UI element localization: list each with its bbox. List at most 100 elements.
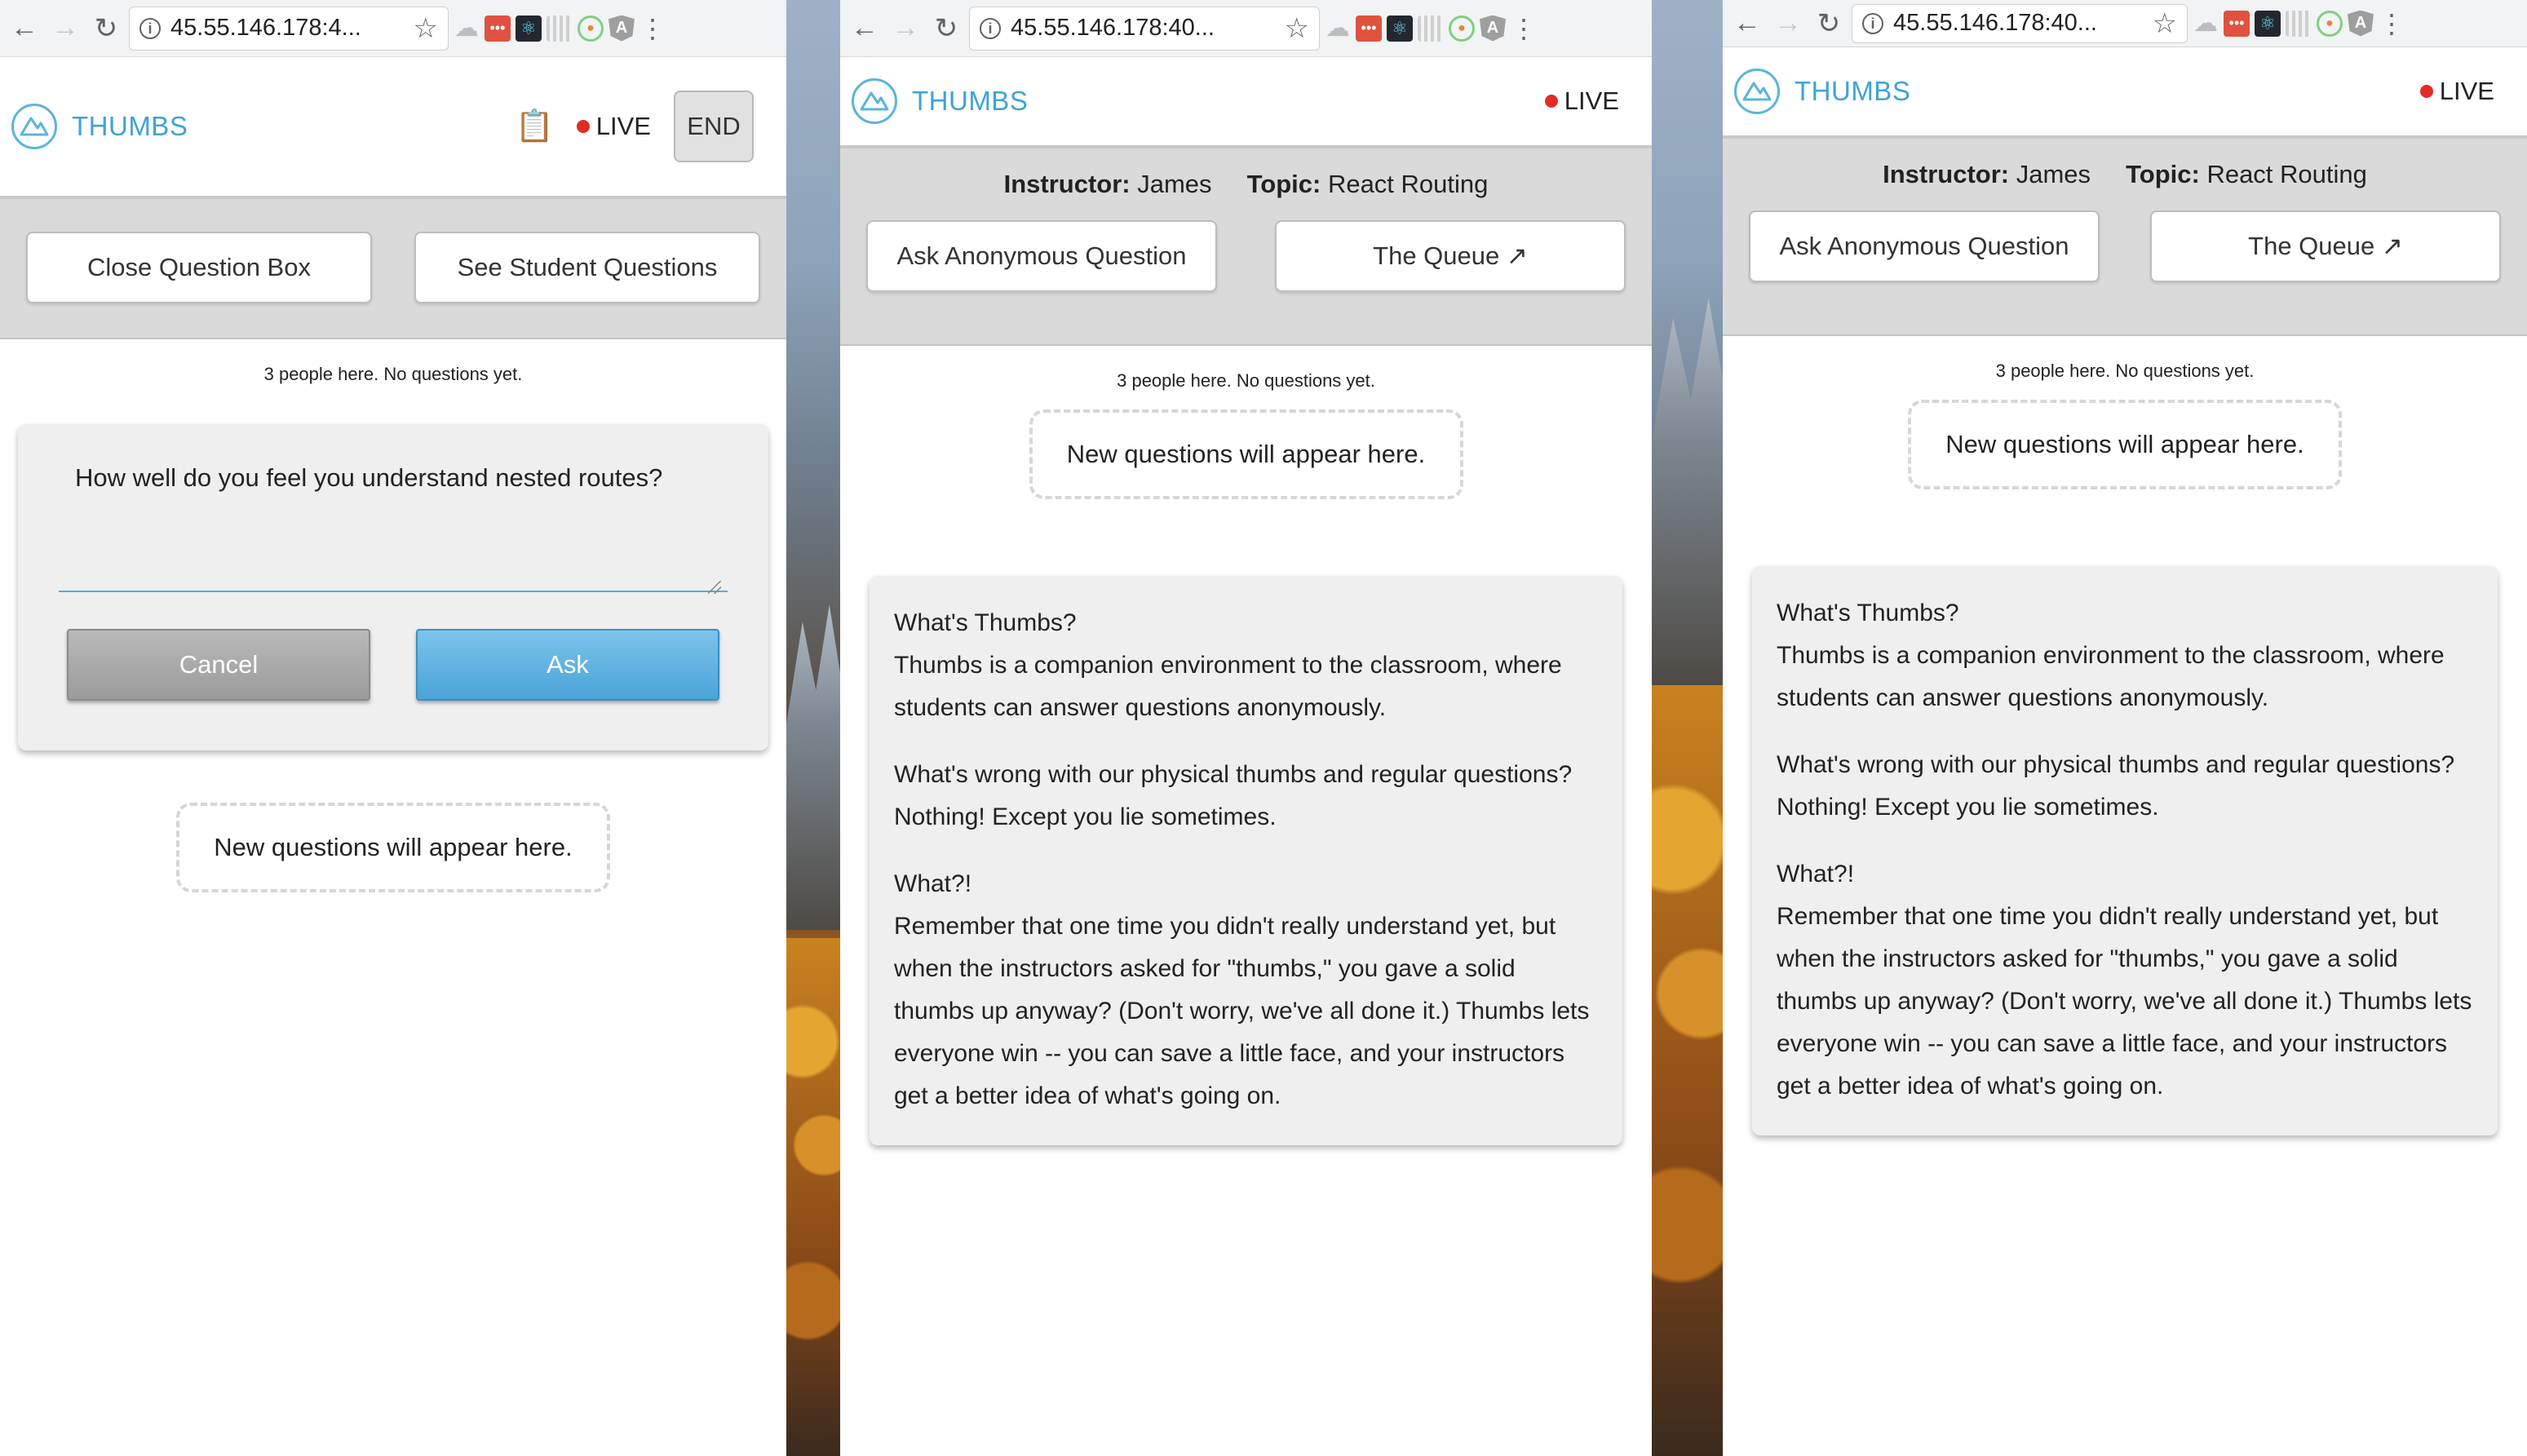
info-icon[interactable]: i bbox=[1862, 12, 1883, 34]
faq-question: What?! bbox=[894, 870, 972, 897]
faq-answer: Thumbs is a companion environment to the… bbox=[1777, 642, 2445, 711]
back-icon[interactable]: ← bbox=[1729, 6, 1765, 42]
back-icon[interactable]: ← bbox=[847, 11, 883, 46]
desktop-wallpaper bbox=[786, 0, 840, 1456]
faq-answer: Remember that one time you didn't really… bbox=[894, 913, 1590, 1109]
react-devtools-icon[interactable]: ⚛ bbox=[1387, 15, 1413, 42]
topic-label: Topic: bbox=[1246, 170, 1321, 198]
app-logo[interactable]: THUMBS bbox=[1734, 69, 1910, 114]
instructor-name: James bbox=[1137, 170, 1212, 198]
questions-placeholder: New questions will appear here. bbox=[176, 803, 610, 892]
address-bar[interactable]: i 45.55.146.178:40... ☆ bbox=[1852, 3, 2188, 43]
bookmark-star-icon[interactable]: ☆ bbox=[414, 12, 438, 45]
app-name: THUMBS bbox=[912, 86, 1029, 116]
cloud-extension-icon[interactable]: ☁ bbox=[454, 15, 480, 42]
cancel-button[interactable]: Cancel bbox=[67, 629, 370, 701]
bookmark-star-icon[interactable]: ☆ bbox=[2153, 7, 2177, 40]
queue-button[interactable]: The Queue ↗ bbox=[2150, 210, 2501, 282]
ask-anonymous-question-button[interactable]: Ask Anonymous Question bbox=[1749, 210, 2100, 282]
questions-placeholder: New questions will appear here. bbox=[1908, 400, 2342, 489]
info-icon[interactable]: i bbox=[139, 17, 161, 39]
cloud-extension-icon[interactable]: ☁ bbox=[1325, 15, 1351, 42]
faq-question: What's Thumbs? bbox=[1777, 600, 1959, 626]
browser-menu-icon[interactable]: ⋮ bbox=[1511, 13, 1537, 44]
ask-anonymous-question-button[interactable]: Ask Anonymous Question bbox=[866, 220, 1217, 292]
app-header: THUMBS 📋 LIVE END bbox=[0, 57, 786, 196]
app-logo[interactable]: THUMBS bbox=[852, 78, 1028, 124]
browser-window-instructor: ← → ↻ i 45.55.146.178:4... ☆ ☁ ••• ⚛ ● A… bbox=[0, 0, 786, 1456]
attendance-status: 3 people here. No questions yet. bbox=[1995, 361, 2255, 381]
color-picker-extension-icon[interactable]: ● bbox=[1449, 15, 1475, 42]
instructor-label: Instructor: bbox=[1883, 160, 2010, 188]
password-extension-icon[interactable]: ••• bbox=[2224, 10, 2250, 37]
reload-icon[interactable]: ↻ bbox=[1811, 6, 1847, 42]
end-button[interactable]: END bbox=[674, 91, 754, 162]
faq-answer: Remember that one time you didn't really… bbox=[1777, 903, 2472, 1100]
instructor-label: Instructor: bbox=[1003, 170, 1131, 198]
password-extension-icon[interactable]: ••• bbox=[1356, 15, 1382, 42]
faq-answer: Thumbs is a companion environment to the… bbox=[894, 652, 1562, 721]
faq-card: What's Thumbs? Thumbs is a companion env… bbox=[870, 576, 1622, 1145]
topic-label: Topic: bbox=[2126, 160, 2200, 188]
extension-bars-icon[interactable] bbox=[547, 15, 573, 42]
topic-name: React Routing bbox=[2206, 160, 2367, 188]
question-box: How well do you feel you understand nest… bbox=[18, 424, 768, 750]
reload-icon[interactable]: ↻ bbox=[88, 11, 124, 46]
faq-question: What's wrong with our physical thumbs an… bbox=[1777, 751, 2455, 778]
bookmark-star-icon[interactable]: ☆ bbox=[1285, 12, 1309, 45]
reload-icon[interactable]: ↻ bbox=[928, 11, 964, 46]
app-header: THUMBS LIVE bbox=[840, 57, 1652, 145]
questions-placeholder: New questions will appear here. bbox=[1029, 409, 1463, 499]
address-bar[interactable]: i 45.55.146.178:40... ☆ bbox=[969, 6, 1320, 51]
angular-extension-icon[interactable]: A bbox=[609, 15, 635, 42]
address-bar[interactable]: i 45.55.146.178:4... ☆ bbox=[129, 6, 449, 51]
live-dot-icon bbox=[576, 120, 590, 133]
faq-question: What's Thumbs? bbox=[894, 609, 1077, 636]
app-name: THUMBS bbox=[72, 111, 188, 141]
extension-bars-icon[interactable] bbox=[2286, 10, 2312, 37]
instructor-name: James bbox=[2016, 160, 2091, 188]
info-icon[interactable]: i bbox=[980, 17, 1001, 39]
resize-handle-icon[interactable] bbox=[708, 581, 721, 594]
see-student-questions-button[interactable]: See Student Questions bbox=[414, 232, 760, 303]
topic-name: React Routing bbox=[1327, 170, 1489, 198]
close-question-box-button[interactable]: Close Question Box bbox=[26, 232, 372, 303]
ask-button[interactable]: Ask bbox=[416, 629, 719, 701]
forward-icon[interactable]: → bbox=[887, 11, 923, 46]
browser-menu-icon[interactable]: ⋮ bbox=[639, 13, 666, 44]
forward-icon[interactable]: → bbox=[47, 11, 83, 46]
live-label: LIVE bbox=[2439, 77, 2494, 105]
browser-window-student: ← → ↻ i 45.55.146.178:40... ☆ ☁ ••• ⚛ ● … bbox=[840, 0, 1652, 1456]
faq-question: What's wrong with our physical thumbs an… bbox=[894, 761, 1573, 788]
color-picker-extension-icon[interactable]: ● bbox=[578, 15, 604, 42]
extension-bars-icon[interactable] bbox=[1418, 15, 1444, 42]
clipboard-icon[interactable]: 📋 bbox=[515, 108, 553, 144]
thumbs-logo-icon bbox=[852, 78, 897, 124]
address-url: 45.55.146.178:40... bbox=[1011, 15, 1215, 41]
live-label: LIVE bbox=[595, 112, 651, 140]
angular-extension-icon[interactable]: A bbox=[2348, 10, 2374, 37]
thumbs-logo-icon bbox=[11, 104, 57, 149]
action-bar: Instructor: James Topic: React Routing A… bbox=[1723, 135, 2527, 336]
password-extension-icon[interactable]: ••• bbox=[485, 15, 511, 42]
browser-toolbar: ← → ↻ i 45.55.146.178:4... ☆ ☁ ••• ⚛ ● A… bbox=[0, 0, 786, 57]
browser-menu-icon[interactable]: ⋮ bbox=[2379, 8, 2405, 39]
color-picker-extension-icon[interactable]: ● bbox=[2317, 10, 2343, 37]
react-devtools-icon[interactable]: ⚛ bbox=[2255, 10, 2281, 37]
live-indicator: LIVE bbox=[1544, 86, 1619, 116]
app-name: THUMBS bbox=[1795, 76, 1911, 106]
faq-answer: Nothing! Except you lie sometimes. bbox=[894, 803, 1277, 830]
queue-button[interactable]: The Queue ↗ bbox=[1275, 220, 1626, 292]
address-url: 45.55.146.178:4... bbox=[170, 15, 361, 41]
angular-extension-icon[interactable]: A bbox=[1480, 15, 1506, 42]
attendance-status: 3 people here. No questions yet. bbox=[1117, 370, 1375, 391]
cloud-extension-icon[interactable]: ☁ bbox=[2193, 10, 2219, 37]
forward-icon[interactable]: → bbox=[1770, 6, 1806, 42]
attendance-status: 3 people here. No questions yet. bbox=[263, 364, 523, 384]
action-bar: Instructor: James Topic: React Routing A… bbox=[840, 145, 1652, 346]
react-devtools-icon[interactable]: ⚛ bbox=[516, 15, 542, 42]
question-input[interactable]: How well do you feel you understand nest… bbox=[59, 460, 728, 592]
back-icon[interactable]: ← bbox=[7, 11, 42, 46]
live-dot-icon bbox=[2419, 85, 2433, 98]
app-logo[interactable]: THUMBS bbox=[11, 104, 188, 149]
